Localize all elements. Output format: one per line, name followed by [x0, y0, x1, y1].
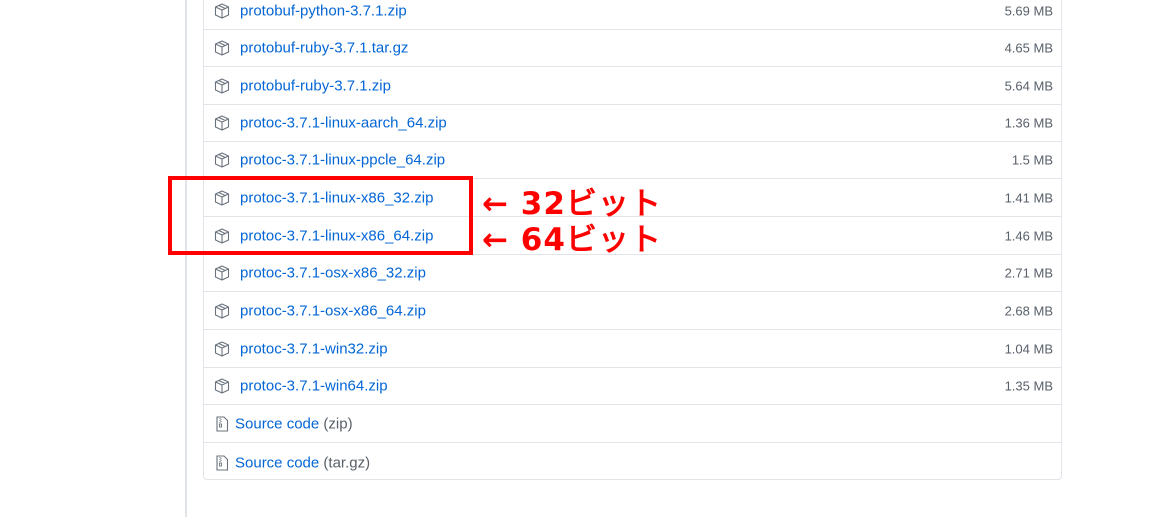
asset-row[interactable]: protoc-3.7.1-linux-aarch_64.zip 1.36 MB [204, 105, 1061, 142]
package-icon [214, 152, 230, 168]
source-code-row[interactable]: Source code (tar.gz) [204, 444, 1061, 481]
asset-size: 2.68 MB [1004, 303, 1053, 319]
asset-row[interactable]: protoc-3.7.1-osx-x86_64.zip 2.68 MB [204, 293, 1061, 330]
package-icon [214, 265, 230, 281]
source-code-ext: (zip) [323, 415, 353, 433]
timeline-line [185, 0, 187, 517]
package-icon [214, 303, 230, 319]
source-code-label[interactable]: Source code [235, 454, 319, 471]
asset-row[interactable]: protoc-3.7.1-win32.zip 1.04 MB [204, 331, 1061, 368]
package-icon [214, 3, 230, 19]
asset-link[interactable]: protobuf-python-3.7.1.zip [240, 3, 407, 20]
asset-link[interactable]: protoc-3.7.1-win32.zip [240, 341, 388, 358]
asset-size: 2.71 MB [1004, 265, 1053, 281]
annotation-64bit: ← 64ビット [482, 222, 662, 258]
package-icon [214, 78, 230, 94]
asset-link[interactable]: protoc-3.7.1-win64.zip [240, 378, 388, 395]
source-code-label[interactable]: Source code [235, 416, 319, 433]
package-icon [214, 378, 230, 394]
asset-link[interactable]: protobuf-ruby-3.7.1.tar.gz [240, 40, 408, 57]
asset-link[interactable]: protobuf-ruby-3.7.1.zip [240, 78, 391, 95]
asset-size: 1.46 MB [1004, 228, 1053, 244]
highlight-box [168, 176, 473, 255]
asset-size: 5.69 MB [1004, 3, 1053, 19]
asset-row[interactable]: protoc-3.7.1-osx-x86_32.zip 2.71 MB [204, 255, 1061, 292]
file-zip-icon [214, 454, 230, 471]
asset-size: 1.5 MB [1011, 152, 1053, 168]
file-zip-icon [214, 416, 230, 432]
source-code-ext: (tar.gz) [323, 454, 371, 471]
asset-row[interactable]: protobuf-python-3.7.1.zip 5.69 MB [204, 0, 1061, 30]
package-icon [214, 40, 230, 56]
asset-row[interactable]: protobuf-ruby-3.7.1.tar.gz 4.65 MB [204, 30, 1061, 67]
package-icon [214, 341, 230, 357]
asset-size: 1.36 MB [1004, 115, 1053, 131]
package-icon [214, 115, 230, 131]
asset-link[interactable]: protoc-3.7.1-osx-x86_64.zip [240, 303, 426, 320]
asset-row[interactable]: protobuf-ruby-3.7.1.zip 5.64 MB [204, 68, 1061, 105]
asset-size: 5.64 MB [1004, 78, 1053, 94]
asset-size: 1.41 MB [1004, 190, 1053, 206]
source-code-row[interactable]: Source code (zip) [204, 406, 1061, 443]
asset-row[interactable]: protoc-3.7.1-linux-ppcle_64.zip 1.5 MB [204, 142, 1061, 179]
asset-row[interactable]: protoc-3.7.1-win64.zip 1.35 MB [204, 368, 1061, 405]
release-assets-page: protobuf-python-3.7.1.zip 5.69 MB protob… [0, 0, 1169, 517]
asset-link[interactable]: protoc-3.7.1-osx-x86_32.zip [240, 265, 426, 282]
asset-size: 4.65 MB [1004, 40, 1053, 56]
asset-link[interactable]: protoc-3.7.1-linux-aarch_64.zip [240, 115, 447, 132]
asset-size: 1.35 MB [1004, 378, 1053, 394]
asset-link[interactable]: protoc-3.7.1-linux-ppcle_64.zip [240, 152, 445, 169]
source-code-link[interactable]: Source code (zip) [235, 416, 353, 433]
asset-size: 1.04 MB [1004, 341, 1053, 357]
source-code-link[interactable]: Source code (tar.gz) [235, 454, 370, 471]
